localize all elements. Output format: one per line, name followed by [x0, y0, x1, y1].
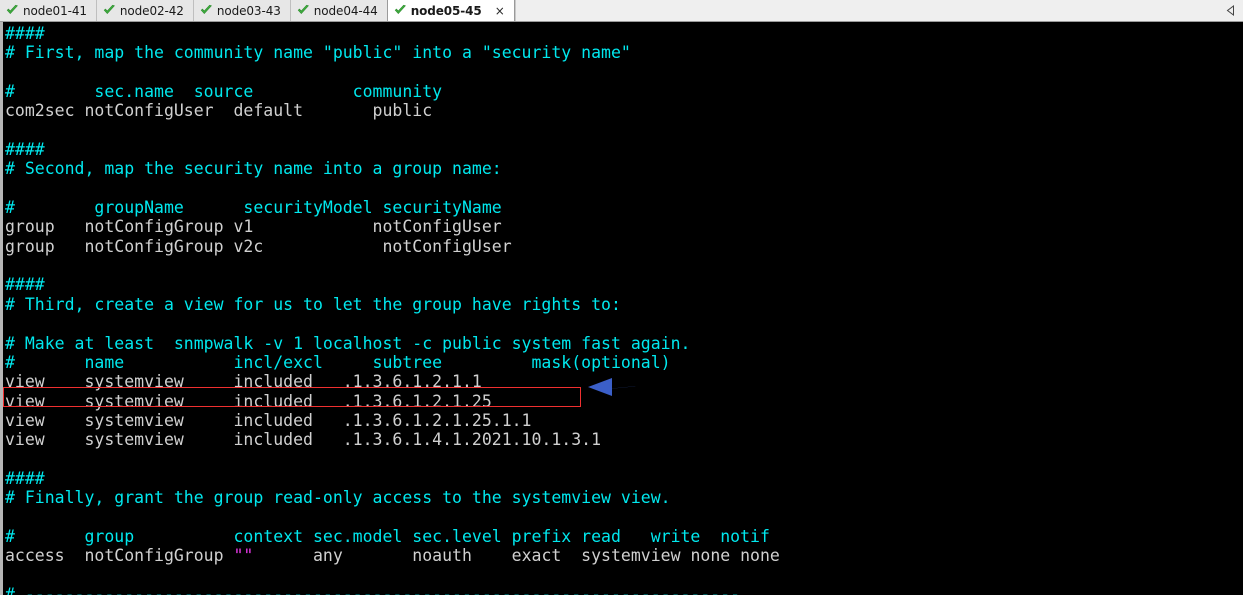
- terminal-text-span: # sec.name source community: [5, 82, 443, 102]
- tab-node01-41[interactable]: node01-41: [0, 0, 97, 21]
- terminal-text-span: com2sec notConfigUser default public: [5, 101, 433, 121]
- tab-list: node01-41 node02-42 node03-43 node04-44: [0, 0, 515, 21]
- terminal-body[interactable]: #### # First, map the community name "pub…: [0, 22, 1243, 595]
- terminal-line: # Second, map the security name into a g…: [5, 159, 780, 178]
- terminal-text-span: # group context sec.model sec.level pref…: [5, 526, 770, 546]
- terminal-text-span: view systemview included .1.3.6.1.2.1.25…: [5, 410, 532, 430]
- terminal-line: group notConfigGroup v1 notConfigUser: [5, 217, 780, 236]
- terminal-line: access notConfigGroup "" any noauth exac…: [5, 546, 780, 565]
- terminal-window: node01-41 node02-42 node03-43 node04-44: [0, 0, 1243, 595]
- tab-bar: node01-41 node02-42 node03-43 node04-44: [0, 0, 1243, 22]
- terminal-text: #### # First, map the community name "pub…: [3, 22, 780, 595]
- terminal-line: group notConfigGroup v2c notConfigUser: [5, 237, 780, 256]
- terminal-line: # name incl/excl subtree mask(optional): [5, 353, 780, 372]
- terminal-line: ####: [5, 469, 780, 488]
- terminal-line: # Finally, grant the group read-only acc…: [5, 488, 780, 507]
- terminal-text-span: access notConfigGroup: [5, 546, 234, 566]
- terminal-line: # sec.name source community: [5, 82, 780, 101]
- terminal-line: view systemview included .1.3.6.1.2.1.1: [5, 372, 780, 391]
- tab-label: node03-43: [216, 3, 281, 18]
- green-check-icon: [297, 4, 310, 17]
- terminal-text-span: # groupName securityModel securityName: [5, 198, 502, 218]
- green-check-icon: [103, 4, 116, 17]
- terminal-text-span: # name incl/excl subtree mask(optional): [5, 352, 671, 372]
- terminal-text-span: group notConfigGroup v2c notConfigUser: [5, 236, 512, 256]
- terminal-line: ####: [5, 140, 780, 159]
- terminal-text-span: # --------------------------------------…: [5, 584, 741, 595]
- tab-label: node04-44: [313, 3, 378, 18]
- green-check-icon: [6, 4, 19, 17]
- tab-node04-44[interactable]: node04-44: [290, 0, 388, 21]
- terminal-line: # First, map the community name "public"…: [5, 43, 780, 62]
- terminal-text-span: # First, map the community name "public"…: [5, 43, 631, 63]
- terminal-text-span: ####: [5, 468, 45, 488]
- terminal-text-span: view systemview included .1.3.6.1.2.1.25: [5, 391, 492, 411]
- tab-node02-42[interactable]: node02-42: [96, 0, 194, 21]
- terminal-line: # --------------------------------------…: [5, 585, 780, 595]
- tab-node03-43[interactable]: node03-43: [193, 0, 291, 21]
- tab-label: node05-45: [410, 3, 482, 18]
- terminal-text-span: any noauth exact systemview none none: [253, 546, 780, 566]
- terminal-text-span: # Second, map the security name into a g…: [5, 159, 502, 179]
- terminal-text-span: view systemview included .1.3.6.1.4.1.20…: [5, 430, 602, 450]
- green-check-icon: [394, 4, 407, 17]
- scroll-left-triangle-icon[interactable]: [1219, 0, 1243, 21]
- tab-label: node02-42: [119, 3, 184, 18]
- terminal-line: ####: [5, 24, 780, 43]
- terminal-text-span: view systemview included .1.3.6.1.2.1.1: [5, 372, 482, 392]
- terminal-text-span: group notConfigGroup v1 notConfigUser: [5, 217, 502, 237]
- terminal-line: view systemview included .1.3.6.1.2.1.25…: [5, 411, 780, 430]
- green-check-icon: [200, 4, 213, 17]
- terminal-text-span: ####: [5, 24, 45, 43]
- terminal-line: view systemview included .1.3.6.1.4.1.20…: [5, 430, 780, 449]
- terminal-line: # groupName securityModel securityName: [5, 198, 780, 217]
- terminal-line: # Third, create a view for us to let the…: [5, 295, 780, 314]
- close-icon[interactable]: ×: [495, 5, 505, 17]
- terminal-text-span: # Make at least snmpwalk -v 1 localhost …: [5, 333, 691, 353]
- terminal-line: com2sec notConfigUser default public: [5, 101, 780, 120]
- terminal-line: # group context sec.model sec.level pref…: [5, 527, 780, 546]
- tab-bar-empty-space: [514, 0, 1219, 21]
- terminal-text-span: # Finally, grant the group read-only acc…: [5, 488, 671, 508]
- tab-label: node01-41: [23, 3, 87, 18]
- terminal-text-span: ####: [5, 275, 45, 295]
- tab-node05-45[interactable]: node05-45 ×: [386, 0, 515, 21]
- terminal-text-span: "": [233, 546, 254, 566]
- terminal-line: view systemview included .1.3.6.1.2.1.25: [5, 392, 780, 411]
- terminal-text-span: ####: [5, 140, 45, 160]
- terminal-text-span: # Third, create a view for us to let the…: [5, 294, 621, 314]
- terminal-line: # Make at least snmpwalk -v 1 localhost …: [5, 334, 780, 353]
- terminal-line: ####: [5, 275, 780, 294]
